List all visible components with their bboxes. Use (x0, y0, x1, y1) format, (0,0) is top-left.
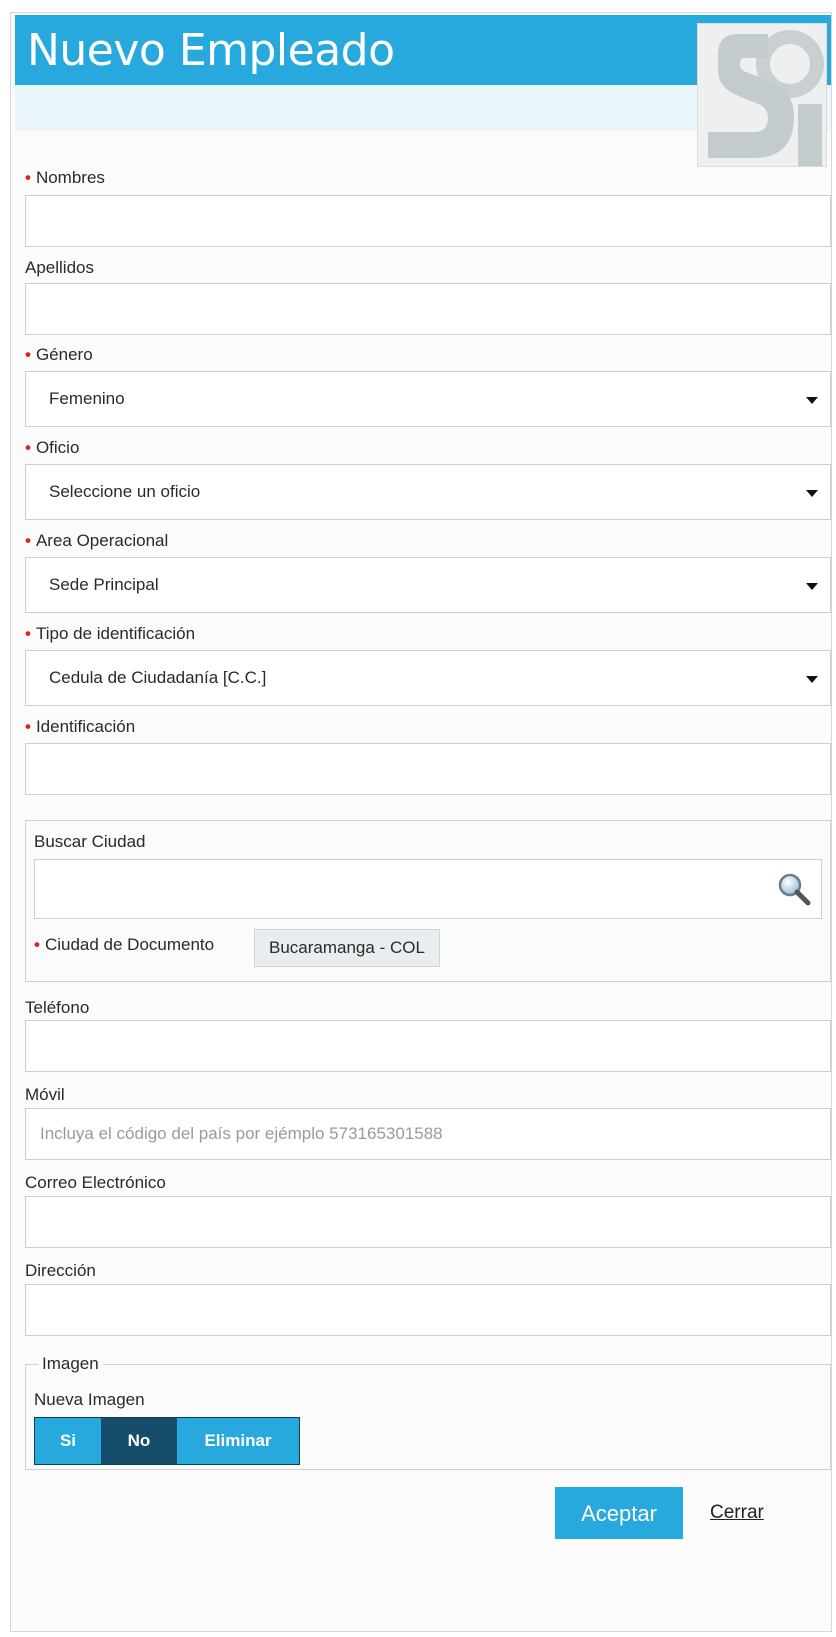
label-area: • Area Operacional (25, 530, 168, 552)
label-text: Apellidos (25, 258, 94, 277)
direccion-input[interactable] (25, 1284, 831, 1336)
city-search-input[interactable] (34, 859, 822, 919)
label-text: Buscar Ciudad (34, 832, 146, 851)
chevron-down-icon (806, 583, 818, 590)
close-link[interactable]: Cerrar (710, 1501, 764, 1525)
label-oficio: • Oficio (25, 437, 79, 459)
identificacion-input[interactable] (25, 743, 831, 795)
label-nueva-imagen: Nueva Imagen (34, 1389, 145, 1411)
label-nombres: • Nombres (25, 167, 105, 189)
tipo-identificacion-select[interactable]: Cedula de Ciudadanía [C.C.] (25, 650, 831, 706)
label-correo: Correo Electrónico (25, 1172, 166, 1194)
image-option-si-button[interactable]: Si (35, 1418, 101, 1464)
label-buscar-ciudad: Buscar Ciudad (34, 831, 146, 853)
required-marker: • (25, 717, 31, 736)
apellidos-input[interactable] (25, 283, 831, 335)
city-group: Buscar Ciudad • Ciudad de Documento Buca… (25, 820, 831, 982)
nombres-input[interactable] (25, 195, 831, 247)
area-select[interactable]: Sede Principal (25, 557, 831, 613)
required-marker: • (34, 935, 40, 954)
sj-logo-icon (697, 23, 827, 167)
dialog-title: Nuevo Empleado (27, 25, 395, 76)
chevron-down-icon (806, 490, 818, 497)
genero-value: Femenino (49, 389, 125, 408)
label-genero: • Género (25, 344, 93, 366)
label-text: Correo Electrónico (25, 1173, 166, 1192)
label-telefono: Teléfono (25, 997, 89, 1019)
image-option-toggle: Si No Eliminar (34, 1417, 300, 1465)
label-tipo-identificacion: • Tipo de identificación (25, 623, 195, 645)
image-group: Imagen Nueva Imagen Si No Eliminar (25, 1353, 831, 1470)
label-text: Oficio (35, 438, 80, 457)
required-marker: • (25, 531, 31, 550)
label-text: Género (35, 345, 93, 364)
chevron-down-icon (806, 397, 818, 404)
label-apellidos: Apellidos (25, 257, 94, 279)
required-marker: • (25, 438, 31, 457)
label-identificacion: • Identificación (25, 716, 135, 738)
image-option-eliminar-button[interactable]: Eliminar (177, 1418, 299, 1464)
required-marker: • (25, 168, 31, 187)
telefono-input[interactable] (25, 1020, 831, 1072)
oficio-select[interactable]: Seleccione un oficio (25, 464, 831, 520)
label-text: Area Operacional (35, 531, 169, 550)
movil-input[interactable]: Incluya el código del país por ejémplo 5… (25, 1108, 831, 1160)
image-legend: Imagen (38, 1353, 103, 1375)
label-text: Ciudad de Documento (44, 935, 215, 954)
correo-input[interactable] (25, 1196, 831, 1248)
label-text: Nueva Imagen (34, 1390, 145, 1409)
required-marker: • (25, 345, 31, 364)
new-employee-dialog: Nuevo Empleado • Nombres Apellidos • Géner… (10, 12, 832, 1632)
genero-select[interactable]: Femenino (25, 371, 831, 427)
oficio-value: Seleccione un oficio (49, 482, 201, 501)
image-option-no-button[interactable]: No (101, 1418, 177, 1464)
label-ciudad-documento: • Ciudad de Documento (34, 934, 214, 956)
label-text: Móvil (25, 1085, 65, 1104)
required-marker: • (25, 624, 31, 643)
movil-placeholder: Incluya el código del país por ejémplo 5… (40, 1124, 443, 1143)
search-icon[interactable] (777, 872, 811, 906)
accept-button[interactable]: Aceptar (555, 1487, 683, 1539)
label-direccion: Dirección (25, 1260, 96, 1282)
label-text: Tipo de identificación (35, 624, 196, 643)
label-text: Dirección (25, 1261, 96, 1280)
label-text: Nombres (35, 168, 105, 187)
ciudad-documento-value: Bucaramanga - COL (254, 929, 440, 967)
label-text: Identificación (35, 717, 136, 736)
label-text: Teléfono (25, 998, 90, 1017)
chevron-down-icon (806, 676, 818, 683)
area-value: Sede Principal (49, 575, 159, 594)
label-movil: Móvil (25, 1084, 65, 1106)
tipo-identificacion-value: Cedula de Ciudadanía [C.C.] (49, 668, 267, 687)
